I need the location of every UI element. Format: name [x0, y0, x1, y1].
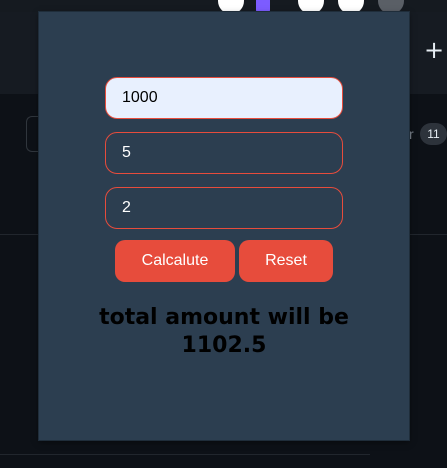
background-text: r	[409, 126, 414, 142]
browser-tab-strip	[0, 0, 447, 14]
extension-icon[interactable]	[256, 0, 270, 12]
result-value: 1102.5	[181, 333, 267, 358]
result-label: total amount will be	[99, 305, 349, 330]
plus-icon[interactable]: +	[424, 38, 444, 62]
divider	[0, 454, 370, 455]
result-text: total amount will be 1102.5	[69, 304, 379, 360]
count-badge: 11	[420, 123, 447, 145]
calculator-popup: Calcalute Reset total amount will be 110…	[39, 12, 409, 440]
reset-button[interactable]: Reset	[239, 240, 333, 282]
calculate-button[interactable]: Calcalute	[115, 240, 235, 282]
rate-input[interactable]	[105, 132, 343, 174]
principal-input[interactable]	[105, 77, 343, 119]
time-input[interactable]	[105, 187, 343, 229]
